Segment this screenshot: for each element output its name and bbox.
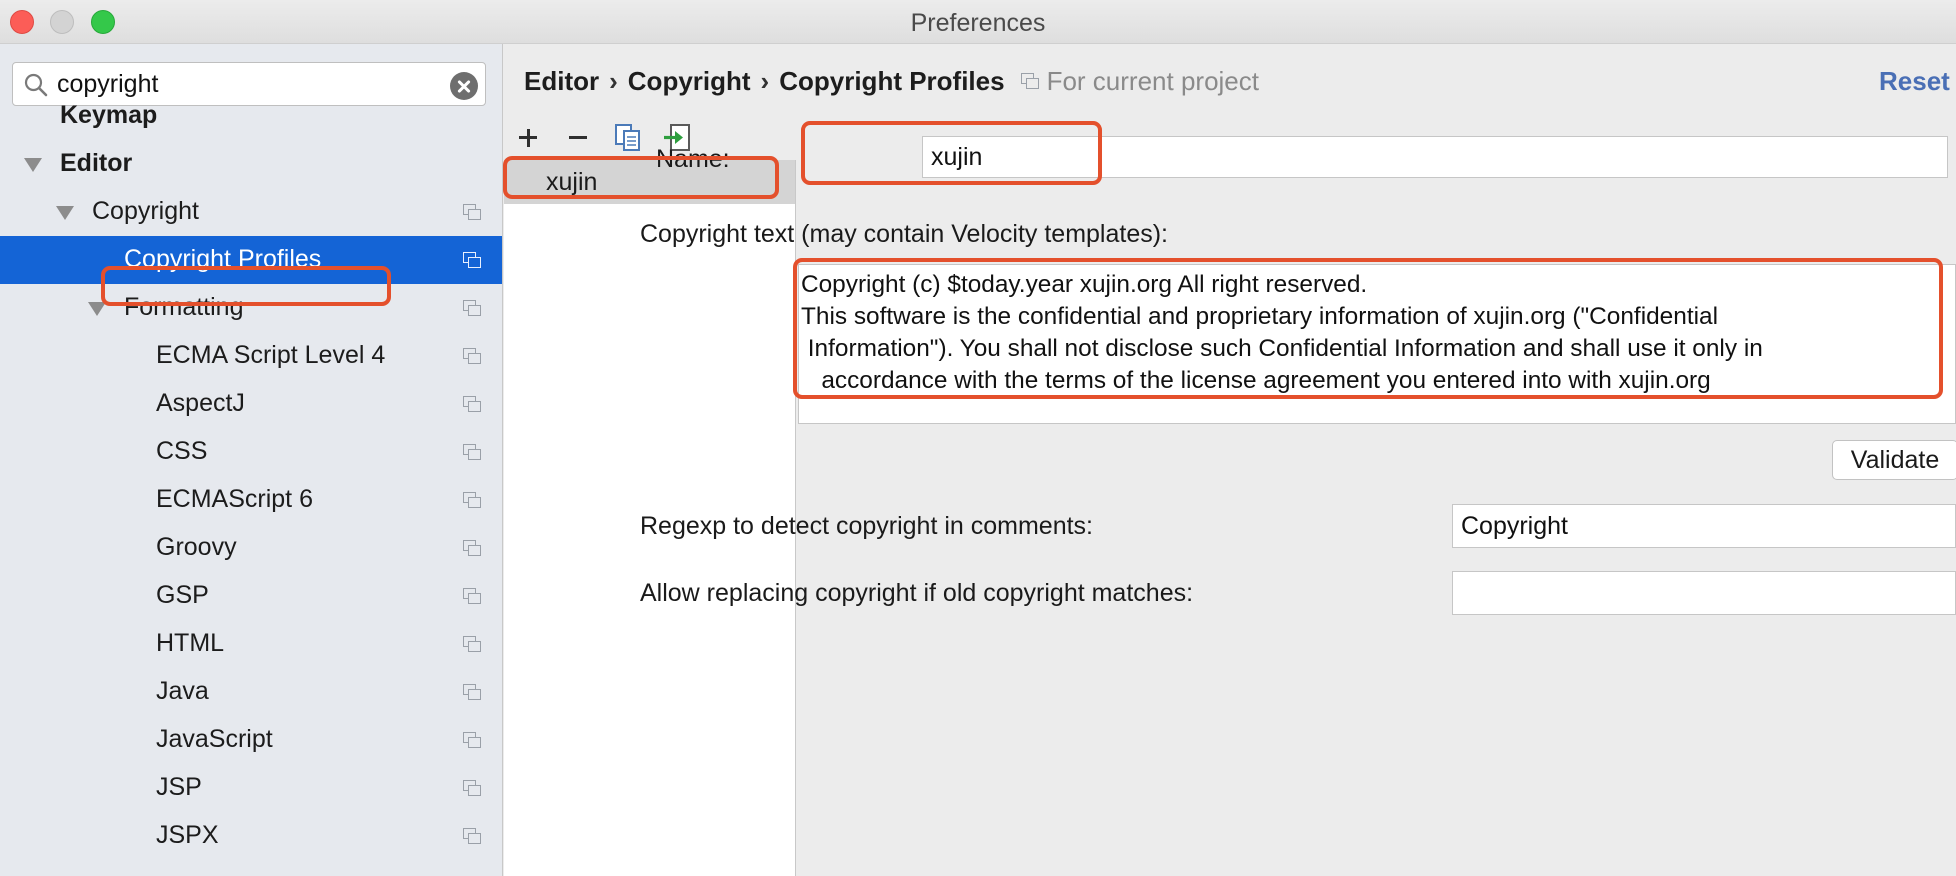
add-icon[interactable]: [512, 122, 544, 154]
tree-item-label: JSP: [156, 773, 202, 801]
project-scope-icon: [463, 348, 483, 365]
profile-name: xujin: [546, 168, 598, 196]
tree-item-label: CSS: [156, 437, 208, 465]
project-scope-icon: [463, 732, 483, 749]
regexp-label: Regexp to detect copyright in comments:: [640, 512, 1094, 540]
settings-sidebar: Keymap Editor Copyright Copyright Profil…: [0, 44, 503, 876]
name-label: Name:: [656, 145, 730, 173]
project-scope-icon: [463, 204, 483, 221]
project-scope-icon: [463, 492, 483, 509]
tree-item-label: Editor: [60, 149, 133, 177]
tree-item-label: Copyright Profiles: [124, 245, 322, 273]
project-scope-icon: [463, 588, 483, 605]
tree-item-label: Copyright: [92, 197, 199, 225]
breadcrumb-separator: ›: [609, 66, 618, 96]
tree-item-language[interactable]: AspectJ: [0, 380, 502, 428]
project-scope-icon: [1020, 73, 1041, 91]
regexp-input[interactable]: [1452, 504, 1956, 548]
project-scope-icon: [463, 636, 483, 653]
tree-item-language[interactable]: CSS: [0, 428, 502, 476]
copy-icon[interactable]: [612, 122, 644, 154]
breadcrumb: Editor › Copyright › Copyright Profiles For c…: [524, 66, 1259, 97]
project-scope-icon: [463, 540, 483, 557]
tree-item-label: ECMAScript 6: [156, 485, 313, 513]
tree-item-label: Groovy: [156, 533, 237, 561]
replace-label: Allow replacing copyright if old copyrig…: [640, 579, 1194, 607]
tree-item-copyright-profiles[interactable]: Copyright Profiles: [0, 236, 502, 284]
remove-icon[interactable]: [562, 122, 594, 154]
tree-item-label: Formatting: [124, 293, 244, 321]
tree-item-language[interactable]: JavaScript: [0, 716, 502, 764]
title-bar: Preferences: [0, 0, 1956, 44]
tree-item-copyright[interactable]: Copyright: [0, 188, 502, 236]
profile-name-input[interactable]: [922, 136, 1948, 178]
project-scope-icon: [463, 444, 483, 461]
tree-item-language[interactable]: JSPX: [0, 812, 502, 860]
validate-button[interactable]: Validate: [1832, 440, 1956, 480]
tree-item-language[interactable]: HTML: [0, 620, 502, 668]
breadcrumb-separator: ›: [760, 66, 770, 96]
project-scope-icon: [463, 684, 483, 701]
tree-item-label: JavaScript: [156, 725, 273, 753]
expand-arrow-icon[interactable]: [24, 158, 42, 172]
expand-arrow-icon[interactable]: [88, 302, 106, 316]
tree-item-label: ECMA Script Level 4: [156, 341, 386, 369]
profile-list-item[interactable]: xujin: [504, 160, 795, 204]
breadcrumb-item: Copyright: [627, 66, 751, 96]
tree-item-language[interactable]: ECMA Script Level 4: [0, 332, 502, 380]
tree-item-label: JSPX: [156, 821, 219, 849]
breadcrumb-item: Copyright Profiles: [779, 66, 1005, 96]
tree-item-language[interactable]: Groovy: [0, 524, 502, 572]
project-scope-icon: [463, 828, 483, 845]
window-title: Preferences: [910, 9, 1046, 37]
scope-label: For current project: [1046, 66, 1259, 96]
tree-item-language[interactable]: Java: [0, 668, 502, 716]
expand-arrow-icon[interactable]: [56, 206, 74, 220]
breadcrumb-item: Editor: [524, 66, 600, 96]
copyright-text-editor[interactable]: Copyright (c) $today.year xujin.org All …: [798, 264, 1956, 424]
copyright-text-label: Copyright text (may contain Velocity tem…: [640, 220, 1169, 248]
settings-main-panel: Editor › Copyright › Copyright Profiles For c…: [504, 44, 1956, 876]
tree-item-language[interactable]: GSP: [0, 572, 502, 620]
project-scope-icon: [463, 396, 483, 413]
project-scope-icon: [463, 780, 483, 797]
tree-item-editor[interactable]: Editor: [0, 140, 502, 188]
tree-item-formatting[interactable]: Formatting: [0, 284, 502, 332]
project-scope-icon: [463, 252, 483, 269]
tree-item-label: Java: [156, 677, 209, 705]
tree-item-label: GSP: [156, 581, 209, 609]
replace-copyright-input[interactable]: [1452, 571, 1956, 615]
tree-item-language[interactable]: JSP: [0, 764, 502, 812]
tree-item-label: HTML: [156, 629, 225, 657]
tree-item-label: Keymap: [60, 101, 158, 129]
tree-item-language[interactable]: ECMAScript 6: [0, 476, 502, 524]
preferences-window: Preferences Keymap Editor Copyright Copy…: [0, 0, 1956, 876]
tree-item-keymap[interactable]: Keymap: [0, 92, 502, 140]
reset-link[interactable]: Reset: [1879, 66, 1950, 97]
project-scope-icon: [463, 300, 483, 317]
tree-item-label: AspectJ: [156, 389, 245, 417]
profiles-toolbar: [504, 116, 796, 160]
